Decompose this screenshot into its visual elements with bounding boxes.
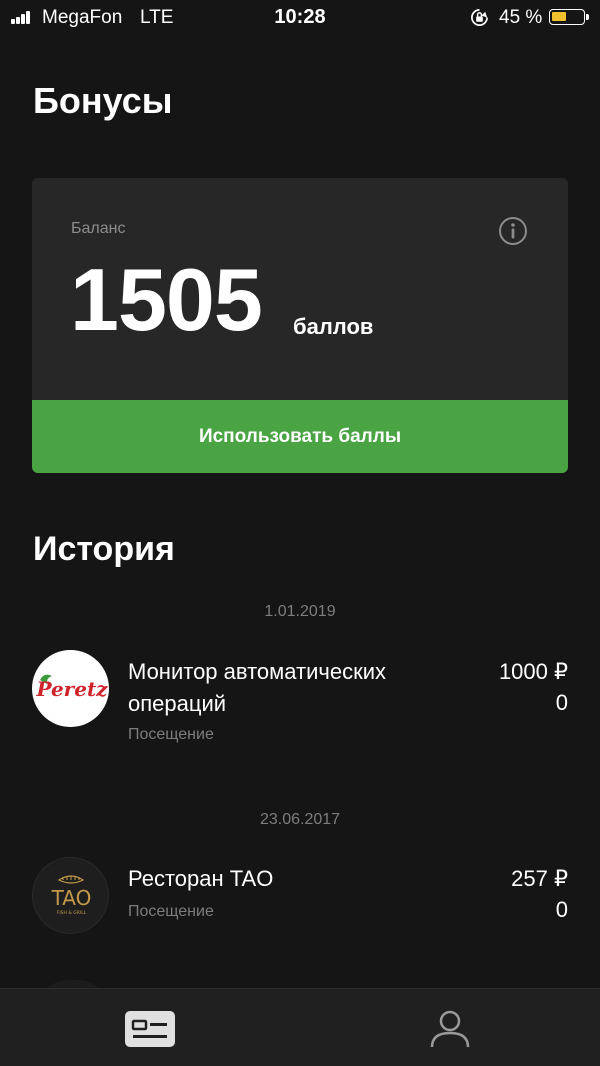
battery-icon [549, 9, 589, 25]
loyalty-card-icon[interactable] [124, 1009, 176, 1049]
history-item-title: Монитор автоматических операций [128, 659, 387, 716]
history-item-points: 0 [555, 690, 568, 715]
history-item-points: 0 [555, 897, 568, 922]
status-bar: MegaFon LTE 10:28 45 % [0, 0, 600, 34]
history-item[interactable]: Peretz Монитор автоматических операций П… [0, 650, 600, 756]
peretz-logo-icon: Peretz [35, 674, 108, 701]
balance-label: Баланс [71, 220, 126, 237]
tao-logo-subtext: FISH & GRILL [57, 910, 87, 916]
bonuses-screen: MegaFon LTE 10:28 45 % Бонусы Баланс 150… [0, 0, 600, 1066]
history-item[interactable]: TAO FISH & GRILL Ресторан TAO Посещение … [0, 857, 600, 963]
tao-logo: TAO FISH & GRILL [32, 857, 109, 934]
history-date-separator: 1.01.2019 [264, 603, 336, 620]
history-item-amount: 1000 ₽ [498, 659, 568, 684]
history-item-amount: 257 ₽ [511, 866, 568, 891]
balance-value: 1505 [70, 250, 263, 349]
balance-card: Баланс 1505 баллов Использовать баллы [32, 178, 568, 473]
history-item-subtitle: Посещение [128, 903, 214, 920]
history-item-subtitle: Посещение [128, 726, 214, 743]
tao-logo-icon: TAO FISH & GRILL [51, 875, 92, 916]
tao-logo-text: TAO [51, 886, 92, 910]
history-title: История [33, 530, 175, 568]
balance-unit: баллов [293, 314, 374, 339]
history-date-separator: 23.06.2017 [259, 811, 341, 828]
history-item-title: Ресторан TAO [128, 866, 274, 891]
peretz-logo: Peretz [32, 650, 109, 727]
use-points-button[interactable]: Использовать баллы [32, 400, 568, 473]
page-title: Бонусы [33, 80, 173, 121]
orientation-lock-icon [471, 9, 488, 26]
tab-bar [0, 988, 600, 1066]
info-icon[interactable] [498, 216, 528, 246]
profile-icon[interactable] [428, 1007, 472, 1051]
battery-percentage: 45 % [499, 7, 543, 28]
peretz-logo-text: Peretz [35, 677, 108, 701]
